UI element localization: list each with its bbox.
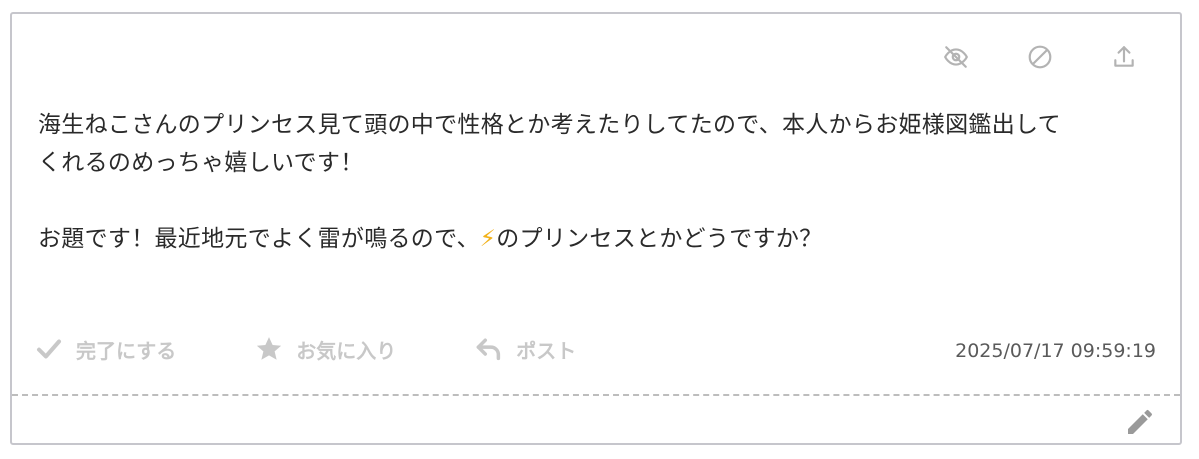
upload-icon <box>1114 46 1134 67</box>
message-card: 海生ねこさんのプリンセス見て頭の中で性格とか考えたりしてたので、本人からお姫様図… <box>10 12 1182 445</box>
dashed-divider <box>12 394 1180 396</box>
lightning-emoji: ⚡ <box>479 226 497 252</box>
check-icon <box>37 339 61 359</box>
block-icon <box>1028 45 1052 69</box>
pencil-icon <box>1128 409 1153 434</box>
message-line-3-start: お題です！最近地元でよく雷が鳴るので、 <box>38 226 480 252</box>
message-line-1: 海生ねこさんのプリンセス見て頭の中で性格とか考えたりしてたので、本人からお姫様図… <box>38 112 1061 138</box>
hide-button[interactable] <box>914 42 998 72</box>
post-button[interactable]: ポスト <box>474 334 576 364</box>
block-button[interactable] <box>998 42 1082 72</box>
favorite-label: お気に入り <box>296 338 397 363</box>
message-line-3-end: のプリンセスとかどうですか？ <box>496 226 823 252</box>
star-icon <box>257 337 282 360</box>
favorite-button[interactable]: お気に入り <box>254 334 396 364</box>
card-toolbar <box>914 42 1166 72</box>
complete-button[interactable]: 完了にする <box>34 334 176 364</box>
reply-icon <box>476 338 501 361</box>
message-line-2: くれるのめっちゃ嬉しいです！ <box>38 150 364 176</box>
edit-button[interactable] <box>1122 404 1158 440</box>
eye-off-icon <box>944 46 968 68</box>
share-button[interactable] <box>1082 42 1166 72</box>
post-label: ポスト <box>516 338 577 363</box>
complete-label: 完了にする <box>76 338 177 363</box>
message-text: 海生ねこさんのプリンセス見て頭の中で性格とか考えたりしてたので、本人からお姫様図… <box>38 106 1158 258</box>
action-bar: 完了にする お気に入り ポスト <box>34 334 654 364</box>
timestamp: 2025/07/17 09:59:19 <box>955 340 1156 362</box>
